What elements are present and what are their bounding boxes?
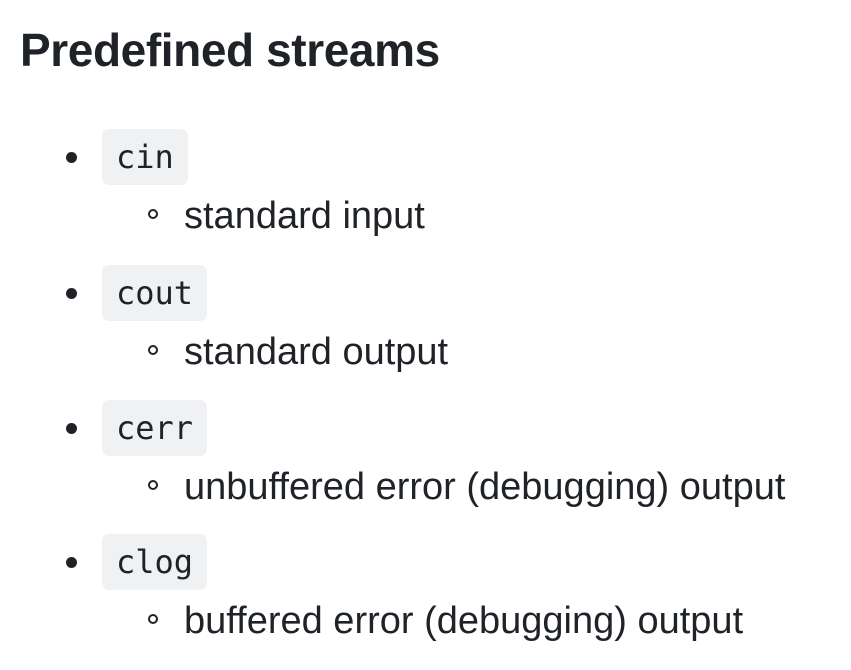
bullet-circle-icon: [148, 480, 158, 490]
list-item-cin: cin standard input: [0, 129, 851, 249]
sub-list-item: standard output: [0, 327, 851, 379]
code-cerr: cerr: [102, 400, 208, 456]
list-item-cout: cout standard output: [0, 265, 851, 385]
stream-description: buffered error (debugging) output: [184, 600, 744, 642]
bullet-circle-icon: [148, 614, 158, 624]
bullet-disc-icon: [66, 288, 77, 299]
code-clog: clog: [102, 534, 208, 590]
bullet-disc-icon: [66, 423, 77, 434]
sub-list-item: standard input: [0, 191, 851, 243]
code-cout: cout: [102, 265, 208, 321]
bullet-disc-icon: [66, 557, 77, 568]
stream-description: unbuffered error (debugging) output: [184, 466, 786, 508]
sub-list-item: unbuffered error (debugging) output: [0, 462, 851, 514]
bullet-disc-icon: [66, 152, 77, 163]
code-cin: cin: [102, 129, 188, 185]
page-title: Predefined streams: [20, 24, 440, 76]
bullet-circle-icon: [148, 209, 158, 219]
sub-list-item: buffered error (debugging) output: [0, 596, 851, 648]
stream-description: standard output: [184, 331, 449, 373]
stream-description: standard input: [184, 195, 425, 237]
bullet-circle-icon: [148, 345, 158, 355]
list-item-cerr: cerr unbuffered error (debugging) output: [0, 400, 851, 520]
list-item-clog: clog buffered error (debugging) output: [0, 534, 851, 654]
